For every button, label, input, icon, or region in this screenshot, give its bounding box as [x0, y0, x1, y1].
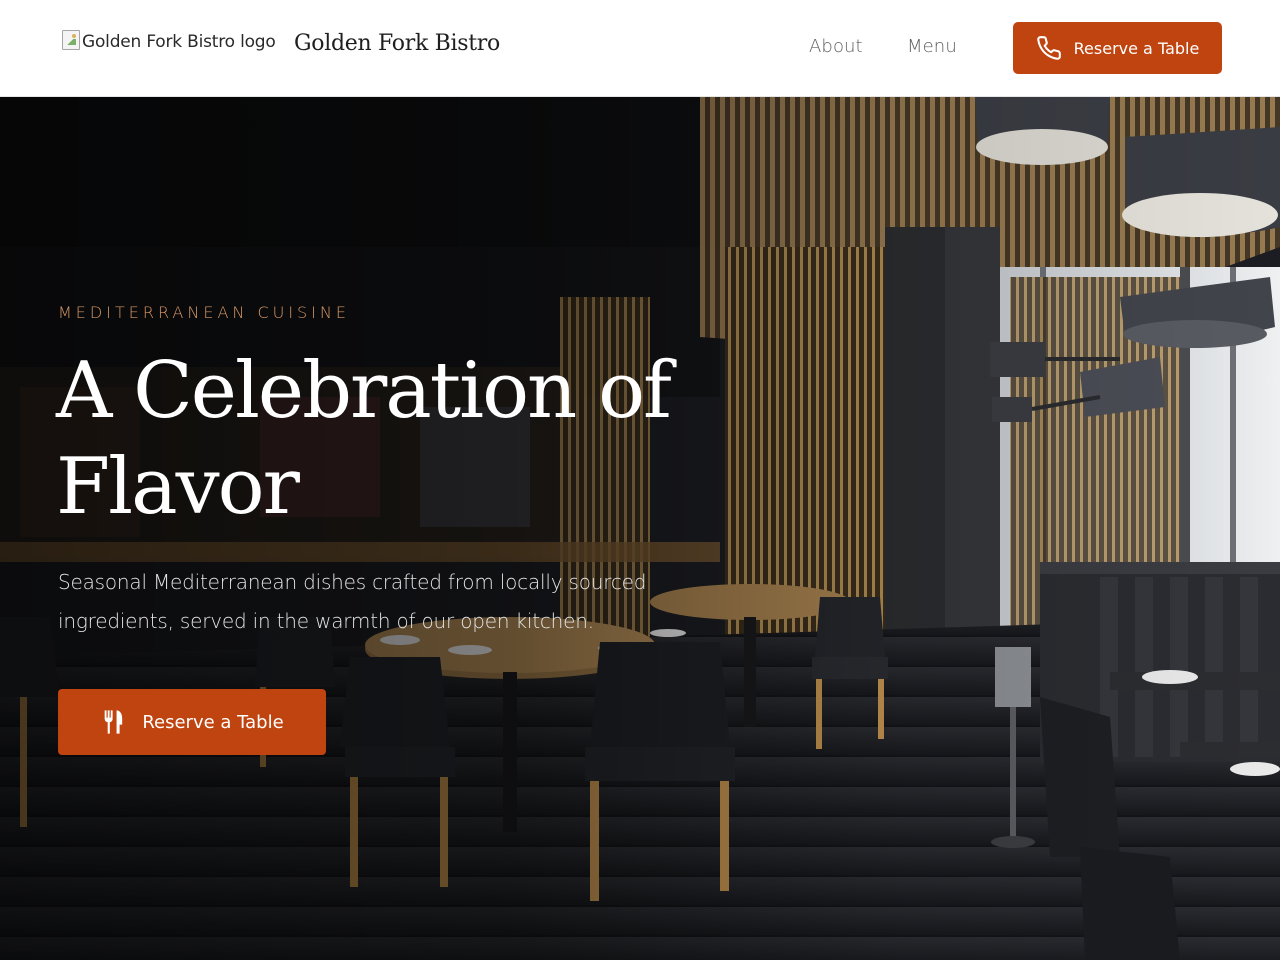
header-reserve-label: Reserve a Table	[1073, 38, 1200, 58]
broken-image-icon	[62, 30, 80, 50]
hero-subtext: Seasonal Mediterranean dishes crafted fr…	[58, 570, 647, 633]
hero-eyebrow: MEDITERRANEAN CUISINE	[58, 303, 350, 322]
hero-section: MEDITERRANEAN CUISINE A Celebration of F…	[0, 97, 1280, 960]
hero-reserve-label: Reserve a Table	[142, 711, 284, 733]
nav-link-about[interactable]: About	[809, 36, 863, 57]
header-reserve-button[interactable]: Reserve a Table	[1013, 22, 1222, 74]
site-header: Golden Fork Bistro logo Golden Fork Bist…	[0, 0, 1280, 97]
brand-name[interactable]: Golden Fork Bistro	[294, 31, 500, 56]
utensils-icon	[104, 710, 123, 734]
hero-reserve-button[interactable]: Reserve a Table	[58, 689, 326, 755]
logo-alt-text: Golden Fork Bistro logo	[82, 32, 276, 52]
logo-image[interactable]: Golden Fork Bistro logo	[62, 30, 276, 58]
hero-headline: A Celebration of Flavor	[56, 346, 672, 532]
nav-link-menu[interactable]: Menu	[907, 36, 957, 57]
phone-icon	[1036, 36, 1061, 60]
